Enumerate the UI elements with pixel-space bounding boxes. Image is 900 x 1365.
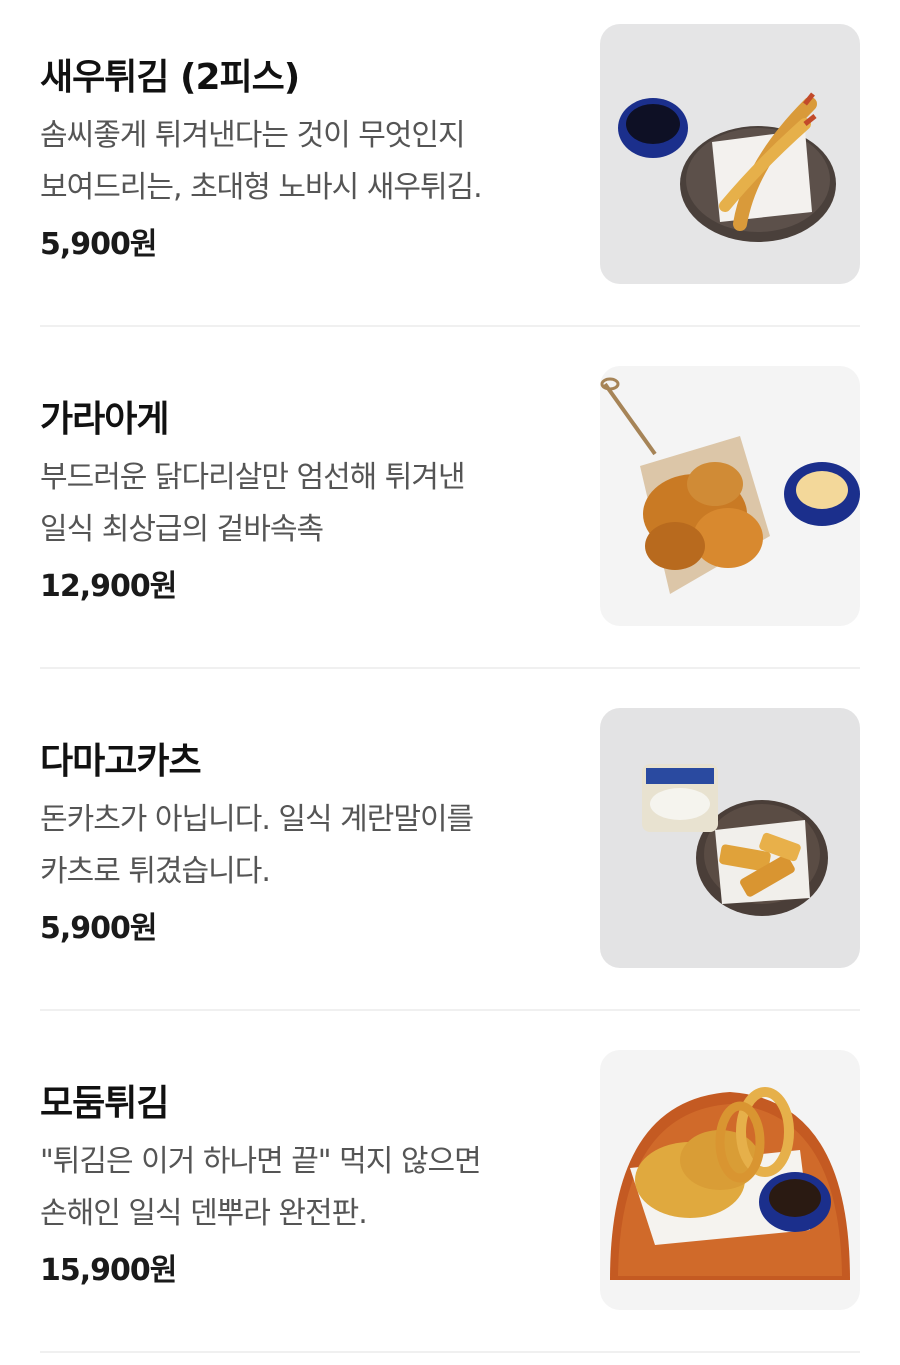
menu-item-price: 12,900원 xyxy=(40,569,177,604)
description-line: 보여드리는, 초대형 노바시 새우튀김. xyxy=(40,170,483,205)
menu-item-description: 솜씨좋게 튀겨낸다는 것이 무엇인지 보여드리는, 초대형 노바시 새우튀김. xyxy=(40,110,570,214)
menu-item-assorted-tempura[interactable]: 모둠튀김 "튀김은 이거 하나면 끝" 먹지 않으면 손해인 일식 덴뿌라 완전… xyxy=(0,1026,900,1365)
divider xyxy=(40,1351,860,1353)
menu-item-price: 15,900원 xyxy=(40,1253,177,1288)
menu-item-tamago-katsu[interactable]: 다마고카츠 돈카츠가 아닙니다. 일식 계란말이를 카츠로 튀겼습니다. 5,9… xyxy=(0,684,900,1026)
description-line: 돈카츠가 아닙니다. 일식 계란말이를 xyxy=(40,802,474,837)
divider xyxy=(40,325,860,327)
menu-item-price: 5,900원 xyxy=(40,911,157,946)
menu-item-karaage[interactable]: 가라아게 부드러운 닭다리살만 엄선해 튀겨낸 일식 최상급의 겉바속촉 12,… xyxy=(0,342,900,684)
assorted-tempura-photo[interactable] xyxy=(600,1050,860,1310)
menu-item-title: 새우튀김 (2피스) xyxy=(40,57,300,98)
tamago-katsu-photo[interactable] xyxy=(600,708,860,968)
divider xyxy=(40,667,860,669)
menu-item-description: "튀김은 이거 하나면 끝" 먹지 않으면 손해인 일식 덴뿌라 완전판. xyxy=(40,1136,570,1240)
description-line: 부드러운 닭다리살만 엄선해 튀겨낸 xyxy=(40,460,466,495)
menu-item-description: 부드러운 닭다리살만 엄선해 튀겨낸 일식 최상급의 겉바속촉 xyxy=(40,452,570,556)
menu-list: 새우튀김 (2피스) 솜씨좋게 튀겨낸다는 것이 무엇인지 보여드리는, 초대형… xyxy=(0,0,900,1365)
description-line: 카츠로 튀겼습니다. xyxy=(40,854,271,889)
menu-item-title: 모둠튀김 xyxy=(40,1083,169,1124)
karaage-photo[interactable] xyxy=(600,366,860,626)
shrimp-tempura-photo[interactable] xyxy=(600,24,860,284)
menu-item-price: 5,900원 xyxy=(40,227,157,262)
menu-item-shrimp-tempura[interactable]: 새우튀김 (2피스) 솜씨좋게 튀겨낸다는 것이 무엇인지 보여드리는, 초대형… xyxy=(0,0,900,342)
description-line: 손해인 일식 덴뿌라 완전판. xyxy=(40,1196,368,1231)
menu-item-description: 돈카츠가 아닙니다. 일식 계란말이를 카츠로 튀겼습니다. xyxy=(40,794,570,898)
description-line: 솜씨좋게 튀겨낸다는 것이 무엇인지 xyxy=(40,118,466,153)
divider xyxy=(40,1009,860,1011)
menu-item-title: 다마고카츠 xyxy=(40,741,202,782)
description-line: "튀김은 이거 하나면 끝" 먹지 않으면 xyxy=(40,1144,482,1179)
menu-item-title: 가라아게 xyxy=(40,399,169,440)
description-line: 일식 최상급의 겉바속촉 xyxy=(40,512,324,547)
